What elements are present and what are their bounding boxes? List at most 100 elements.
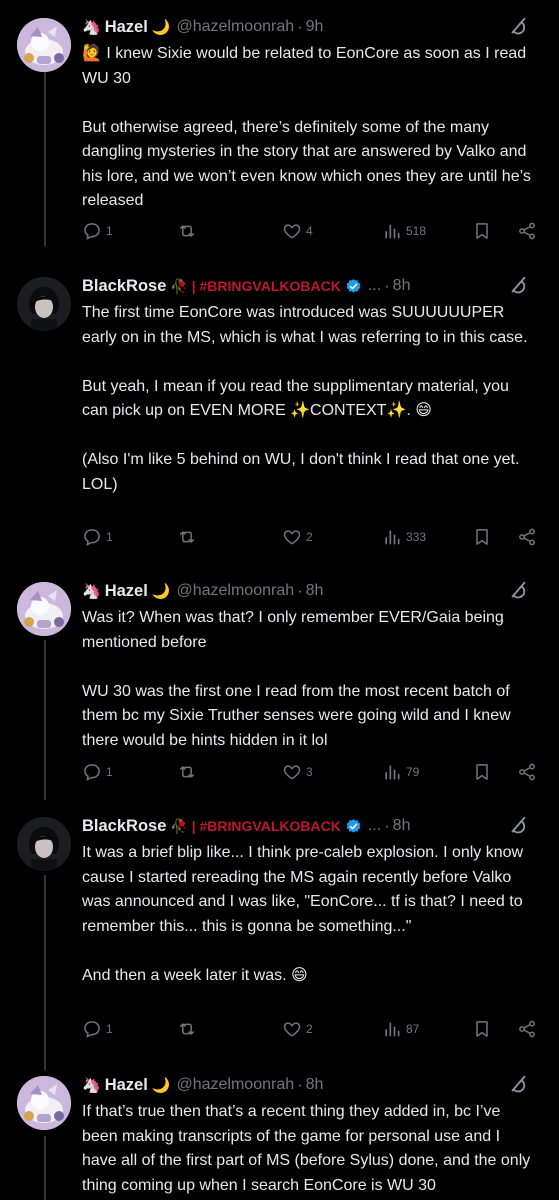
avatar[interactable]	[17, 18, 71, 72]
bookmark-button[interactable]	[472, 525, 492, 549]
share-button[interactable]	[517, 760, 537, 784]
reply-post[interactable]: 🦄 Hazel 🌙 @hazelmoonrah · 8h Was it? When was …	[0, 578, 559, 786]
name-suffix: 🥀 | #BRINGVALKOBACK	[170, 277, 341, 294]
author-name[interactable]: 🦄 Hazel 🌙	[82, 18, 170, 37]
like-button[interactable]: 2	[282, 1017, 313, 1041]
post-time[interactable]: 8h	[393, 817, 411, 835]
share-icon	[517, 762, 537, 782]
views-count: 79	[406, 765, 420, 779]
repost-button[interactable]	[177, 1017, 201, 1041]
grok-icon[interactable]	[507, 275, 529, 297]
post-text: It was a brief blip like... I think pre-…	[82, 844, 524, 984]
author-display-name: Hazel	[104, 17, 148, 36]
views-button[interactable]: 333	[382, 525, 426, 549]
author-name[interactable]: BlackRose 🥀 | #BRINGVALKOBACK	[82, 817, 341, 836]
action-bar: 1 2 87	[82, 1017, 541, 1041]
post-header: 🦄 Hazel 🌙 @hazelmoonrah · 9h	[82, 14, 539, 40]
post-header: 🦄 Hazel 🌙 @hazelmoonrah · 8h	[82, 1072, 539, 1098]
author-handle[interactable]: @hazelmoonrah	[176, 582, 294, 600]
post-text: 🙋 I knew Sixie would be related to EonCo…	[82, 45, 531, 209]
bookmark-icon	[472, 1019, 492, 1039]
like-count: 4	[306, 224, 313, 238]
reply-count: 1	[106, 530, 113, 544]
separator-dot: ·	[384, 816, 390, 835]
post-time[interactable]: 8h	[306, 1076, 324, 1094]
reply-post[interactable]: BlackRose 🥀 | #BRINGVALKOBACK... · 8h The fi…	[0, 273, 559, 551]
views-button[interactable]: 87	[382, 1017, 419, 1041]
share-icon	[517, 1019, 537, 1039]
action-bar: 1 2 333	[82, 525, 541, 549]
share-button[interactable]	[517, 219, 537, 243]
reply-button[interactable]: 1	[82, 525, 113, 549]
share-icon	[517, 221, 537, 241]
author-handle[interactable]: @hazelmoonrah	[176, 1076, 294, 1094]
author-handle[interactable]: @hazelmoonrah	[176, 18, 294, 36]
verified-badge-icon	[345, 818, 362, 835]
post-header: 🦄 Hazel 🌙 @hazelmoonrah · 8h	[82, 578, 539, 604]
post-time[interactable]: 9h	[306, 18, 324, 36]
bookmark-button[interactable]	[472, 1017, 492, 1041]
grok-icon[interactable]	[507, 1074, 529, 1096]
like-button[interactable]: 2	[282, 525, 313, 549]
reply-button[interactable]: 1	[82, 760, 113, 784]
reply-icon	[82, 527, 102, 547]
views-icon	[382, 1019, 402, 1039]
views-icon	[382, 527, 402, 547]
author-name[interactable]: 🦄 Hazel 🌙	[82, 582, 170, 601]
author-display-name: BlackRose	[82, 816, 167, 835]
like-icon	[282, 221, 302, 241]
bookmark-icon	[472, 221, 492, 241]
action-bar: 1 3 79	[82, 760, 541, 784]
avatar[interactable]	[17, 582, 71, 636]
author-name[interactable]: 🦄 Hazel 🌙	[82, 1076, 170, 1095]
post-time[interactable]: 8h	[393, 277, 411, 295]
reply-button[interactable]: 1	[82, 219, 113, 243]
author-display-name: Hazel	[104, 581, 148, 600]
views-button[interactable]: 518	[382, 219, 426, 243]
like-count: 2	[306, 1022, 313, 1036]
author-emoji: 🦄	[82, 1077, 101, 1094]
reply-post[interactable]: 🦄 Hazel 🌙 @hazelmoonrah · 9h 🙋 I knew Sixie wo…	[0, 14, 559, 245]
post-time[interactable]: 8h	[306, 582, 324, 600]
repost-button[interactable]	[177, 760, 201, 784]
bookmark-button[interactable]	[472, 760, 492, 784]
views-count: 333	[406, 530, 427, 544]
views-icon	[382, 221, 402, 241]
grok-icon[interactable]	[507, 580, 529, 602]
views-button[interactable]: 79	[382, 760, 419, 784]
repost-button[interactable]	[177, 219, 201, 243]
reply-post[interactable]: 🦄 Hazel 🌙 @hazelmoonrah · 8h If that’s true th…	[0, 1072, 559, 1200]
author-display-name: BlackRose	[82, 276, 167, 295]
bookmark-icon	[472, 762, 492, 782]
author-handle[interactable]: ...	[368, 817, 381, 835]
separator-dot: ·	[297, 1075, 303, 1094]
avatar[interactable]	[17, 1076, 71, 1130]
share-button[interactable]	[517, 525, 537, 549]
reply-icon	[82, 221, 102, 241]
author-name[interactable]: BlackRose 🥀 | #BRINGVALKOBACK	[82, 277, 341, 296]
avatar[interactable]	[17, 277, 71, 331]
author-display-name: Hazel	[104, 1075, 148, 1094]
separator-dot: ·	[297, 581, 303, 600]
like-icon	[282, 762, 302, 782]
avatar[interactable]	[17, 817, 71, 871]
name-suffix: 🌙	[151, 1077, 171, 1094]
verified-badge-icon	[345, 278, 362, 295]
like-button[interactable]: 3	[282, 760, 313, 784]
like-icon	[282, 1019, 302, 1039]
name-suffix: 🌙	[151, 583, 171, 600]
repost-button[interactable]	[177, 525, 201, 549]
like-button[interactable]: 4	[282, 219, 313, 243]
author-handle[interactable]: ...	[368, 277, 381, 295]
reply-button[interactable]: 1	[82, 1017, 113, 1041]
reply-count: 1	[106, 1022, 113, 1036]
bookmark-button[interactable]	[472, 219, 492, 243]
post-header: BlackRose 🥀 | #BRINGVALKOBACK... · 8h	[82, 273, 539, 299]
share-button[interactable]	[517, 1017, 537, 1041]
like-count: 2	[306, 530, 313, 544]
grok-icon[interactable]	[507, 16, 529, 38]
repost-icon	[177, 762, 197, 782]
grok-icon[interactable]	[507, 815, 529, 837]
repost-icon	[177, 527, 197, 547]
reply-post[interactable]: BlackRose 🥀 | #BRINGVALKOBACK... · 8h It was…	[0, 813, 559, 1043]
